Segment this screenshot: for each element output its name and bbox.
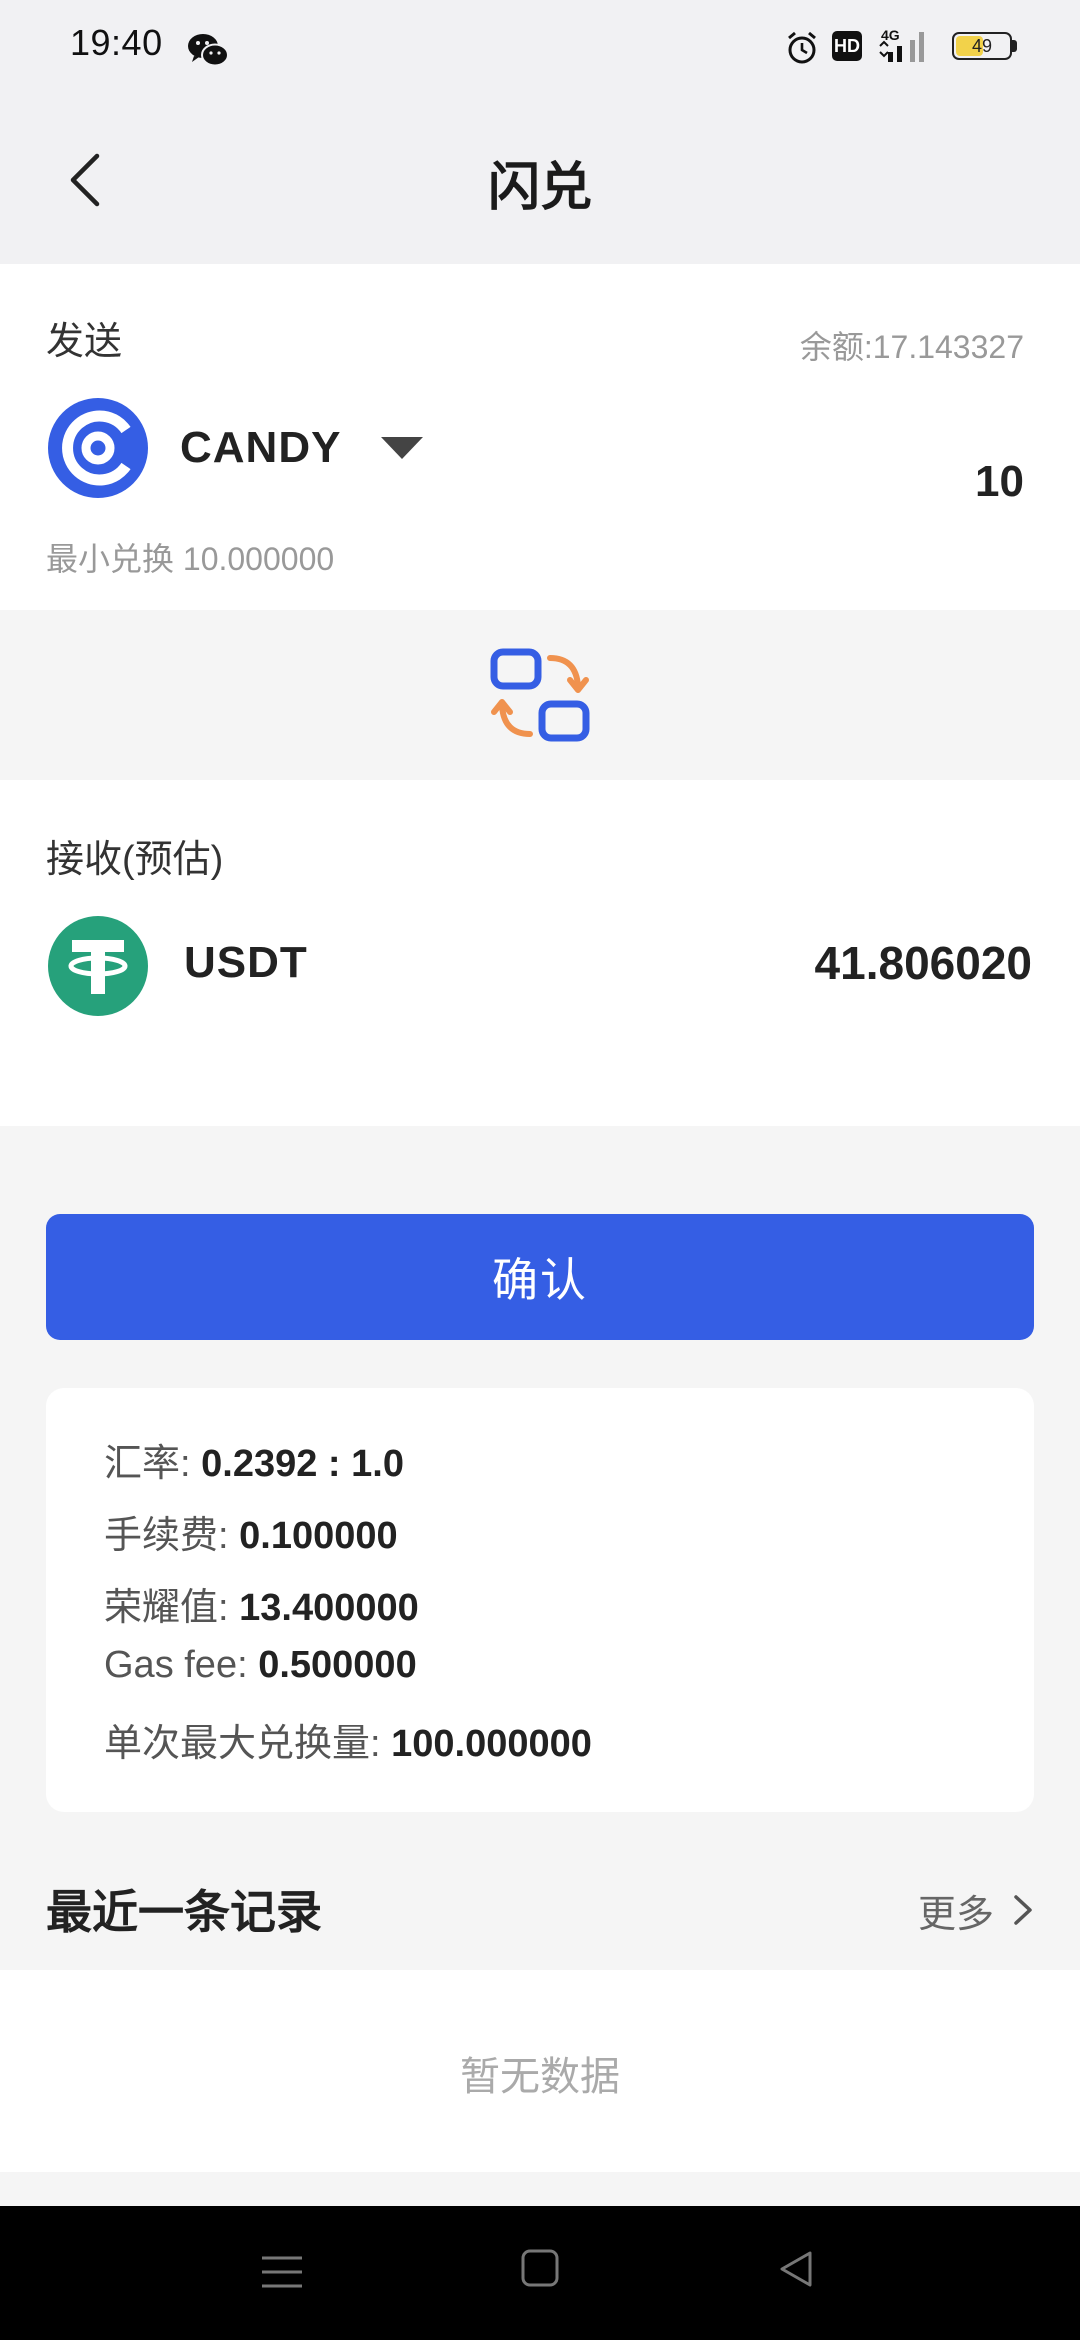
max-exchange-row: 单次最大兑换量: 100.000000 bbox=[104, 1712, 592, 1767]
more-label: 更多 bbox=[917, 1893, 994, 1936]
send-label: 发送 bbox=[46, 321, 123, 363]
max-exchange-value: 100.000000 bbox=[391, 1723, 592, 1765]
exchange-rate-value: 0.2392 : 1.0 bbox=[201, 1443, 404, 1485]
back-triangle-icon[interactable] bbox=[776, 2248, 816, 2290]
send-token-selector[interactable]: CANDY bbox=[180, 410, 424, 486]
exchange-rate-row: 汇率: 0.2392 : 1.0 bbox=[104, 1432, 404, 1487]
fee-row: 手续费: 0.100000 bbox=[104, 1504, 398, 1559]
gas-fee-row: Gas fee: 0.500000 bbox=[104, 1644, 417, 1687]
gas-fee-value: 0.500000 bbox=[258, 1644, 417, 1686]
caret-down-icon bbox=[381, 437, 424, 459]
home-icon[interactable] bbox=[518, 2246, 562, 2290]
honor-value-row: 荣耀值: 13.400000 bbox=[104, 1576, 419, 1631]
balance-text: 余额:17.143327 bbox=[799, 329, 1024, 365]
gas-fee-label: Gas fee: bbox=[104, 1644, 259, 1686]
page-title: 闪兑 bbox=[487, 159, 592, 217]
usdt-token-icon bbox=[48, 916, 148, 1016]
chevron-right-icon bbox=[1014, 1895, 1032, 1925]
battery-level: 49 bbox=[971, 35, 993, 56]
hd-icon: HD bbox=[832, 31, 862, 61]
exchange-rate-label: 汇率: bbox=[104, 1443, 202, 1485]
menu-icon[interactable] bbox=[258, 2250, 306, 2294]
status-time: 19:40 bbox=[70, 22, 163, 63]
fee-label: 手续费: bbox=[104, 1515, 240, 1557]
recent-record-title: 最近一条记录 bbox=[46, 1886, 322, 1938]
swap-direction-icon[interactable] bbox=[488, 646, 592, 746]
battery-icon: 49 bbox=[952, 32, 1012, 60]
confirm-button[interactable]: 确认 bbox=[46, 1214, 1034, 1340]
max-exchange-label: 单次最大兑换量: bbox=[104, 1723, 392, 1765]
receive-token-name: USDT bbox=[184, 938, 308, 987]
receive-label: 接收(预估) bbox=[46, 839, 224, 881]
empty-state-text: 暂无数据 bbox=[460, 2055, 620, 2099]
network-type-label: 4G bbox=[881, 27, 900, 43]
send-token-name: CANDY bbox=[180, 423, 342, 472]
more-records-link[interactable]: 更多 bbox=[918, 1880, 1034, 1940]
fee-value: 0.100000 bbox=[239, 1515, 398, 1557]
alarm-icon bbox=[788, 31, 816, 64]
send-amount-input[interactable] bbox=[722, 456, 1026, 508]
honor-value: 13.400000 bbox=[239, 1587, 419, 1629]
signal-icon: 4G bbox=[879, 27, 924, 62]
wechat-icon bbox=[188, 34, 229, 67]
candy-token-icon bbox=[48, 398, 148, 498]
min-exchange-text: 最小兑换 10.000000 bbox=[46, 541, 335, 577]
honor-value-label: 荣耀值: bbox=[104, 1587, 240, 1629]
receive-amount: 41.806020 bbox=[814, 937, 1032, 989]
